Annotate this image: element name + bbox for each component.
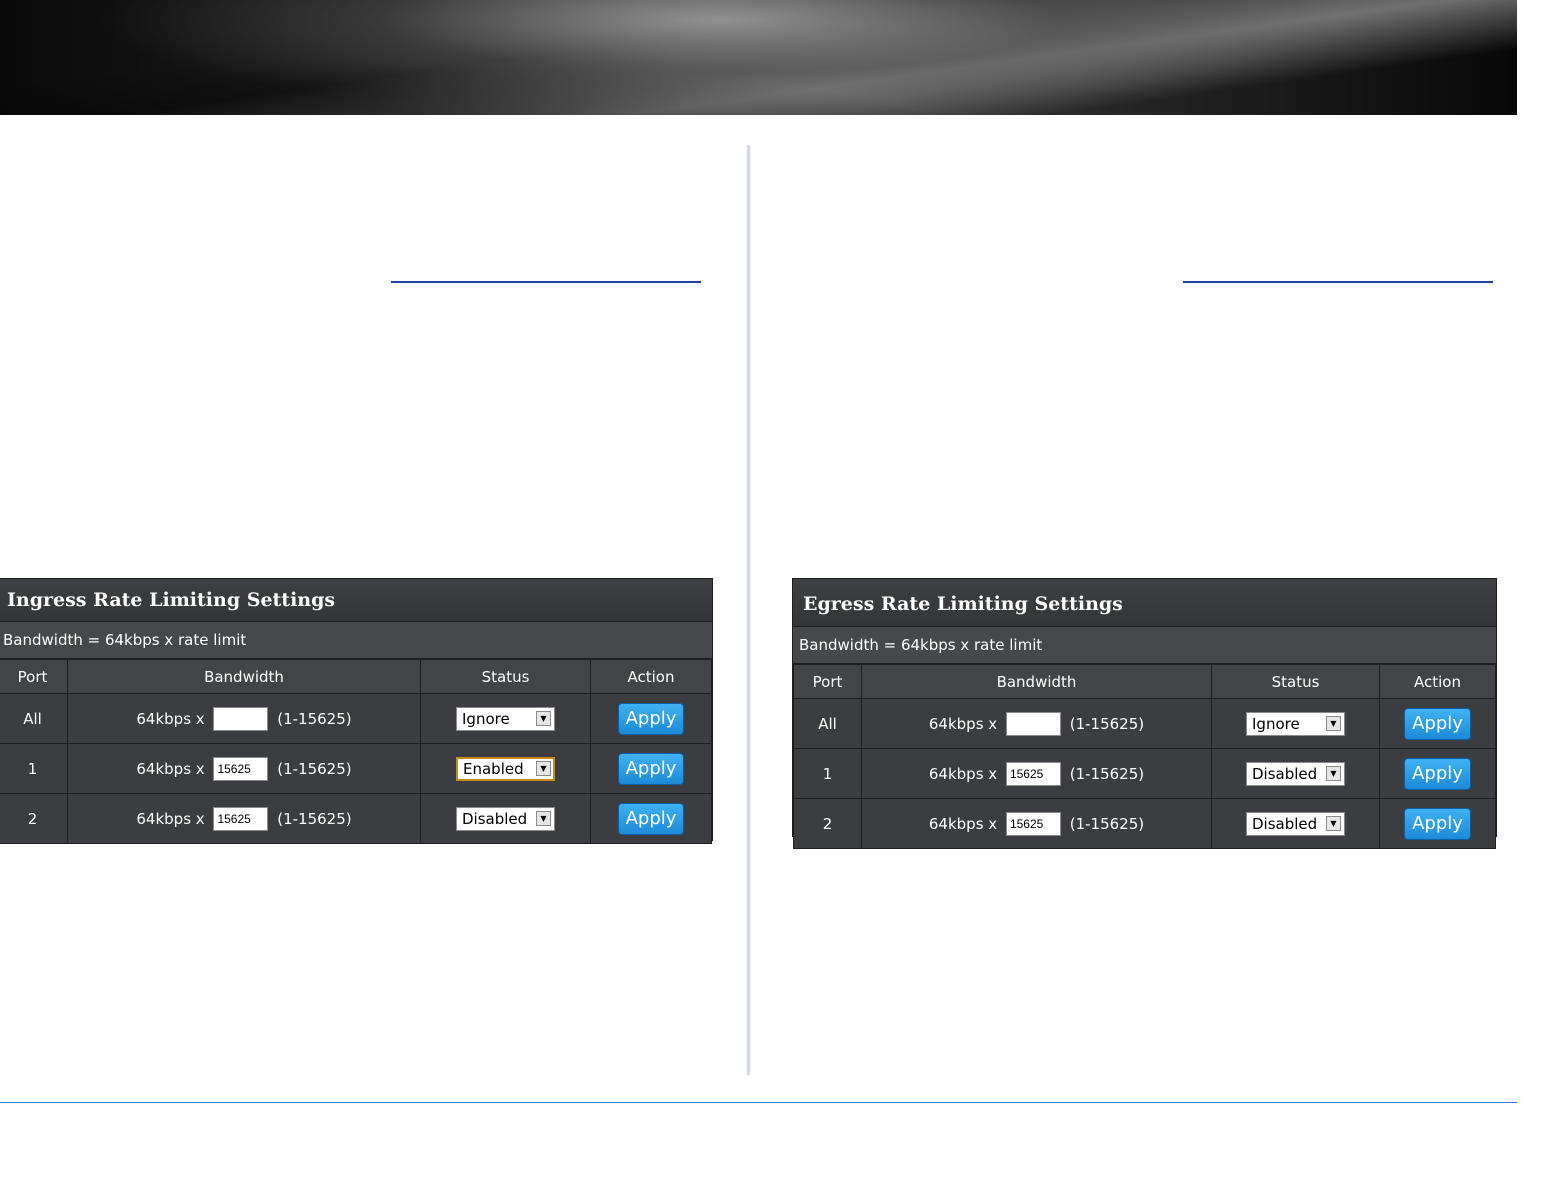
rate-limit-input[interactable]: 15625 <box>213 806 269 831</box>
action-cell: Apply <box>590 743 712 794</box>
apply-button[interactable]: Apply <box>617 802 685 835</box>
range-hint: (1-15625) <box>1069 814 1145 833</box>
bandwidth-formula: Bandwidth = 64kbps x rate limit <box>793 627 1496 664</box>
bandwidth-cell: 64kbps x 15625 (1-15625) <box>861 798 1212 849</box>
table-row: 2 64kbps x 15625 (1-15625) Disabled ▼ App… <box>793 798 1496 849</box>
status-value: Disabled <box>462 809 528 828</box>
hyperlink-underline-left[interactable] <box>391 281 701 283</box>
status-value: Disabled <box>1252 764 1318 783</box>
column-header-status: Status <box>1211 664 1380 699</box>
action-cell: Apply <box>1379 698 1496 749</box>
port-cell: All <box>793 698 862 749</box>
action-cell: Apply <box>1379 798 1496 849</box>
rate-limit-input[interactable]: 15625 <box>213 756 269 781</box>
bandwidth-cell: 64kbps x (1-15625) <box>67 693 421 744</box>
action-cell: Apply <box>590 693 712 744</box>
port-cell: All <box>0 693 68 744</box>
bandwidth-cell: 64kbps x 15625 (1-15625) <box>861 748 1212 799</box>
bandwidth-prefix: 64kbps x <box>928 764 998 783</box>
bandwidth-prefix: 64kbps x <box>928 814 998 833</box>
bandwidth-formula: Bandwidth = 64kbps x rate limit <box>0 622 712 659</box>
column-header-action: Action <box>590 659 712 694</box>
rate-limit-input[interactable] <box>1005 711 1061 736</box>
column-header-bandwidth: Bandwidth <box>67 659 421 694</box>
status-select[interactable]: Ignore ▼ <box>1246 711 1345 736</box>
table-header-row: Port Bandwidth Status Action <box>793 664 1496 699</box>
port-cell: 1 <box>0 743 68 794</box>
bandwidth-cell: 64kbps x (1-15625) <box>861 698 1212 749</box>
rate-limit-table: Port Bandwidth Status Action All 64kbps … <box>0 659 712 844</box>
bandwidth-prefix: 64kbps x <box>136 809 205 828</box>
action-cell: Apply <box>1379 748 1496 799</box>
rate-limit-table: Port Bandwidth Status Action All 64kbps … <box>793 664 1496 849</box>
chevron-down-icon[interactable]: ▼ <box>1326 765 1341 781</box>
port-cell: 2 <box>0 793 68 844</box>
column-header-port: Port <box>0 659 68 694</box>
apply-button[interactable]: Apply <box>1404 707 1471 740</box>
panel-title: Ingress Rate Limiting Settings <box>0 579 712 622</box>
table-row: 2 64kbps x 15625 (1-15625) Disabled ▼ App… <box>0 793 712 844</box>
apply-button[interactable]: Apply <box>617 752 685 785</box>
status-select[interactable]: Disabled ▼ <box>1246 811 1345 836</box>
table-row: All 64kbps x (1-15625) Ignore ▼ Apply <box>793 698 1496 749</box>
ingress-panel: Ingress Rate Limiting Settings Bandwidth… <box>0 578 713 844</box>
chevron-down-icon[interactable]: ▼ <box>1326 815 1341 831</box>
table-row: 1 64kbps x 15625 (1-15625) Disabled ▼ App… <box>793 748 1496 799</box>
status-cell: Disabled ▼ <box>1211 798 1380 849</box>
bandwidth-prefix: 64kbps x <box>136 709 205 728</box>
column-divider <box>746 145 751 1075</box>
egress-panel: Egress Rate Limiting Settings Bandwidth … <box>792 578 1497 849</box>
footer-divider <box>0 1102 1517 1103</box>
range-hint: (1-15625) <box>1069 714 1145 733</box>
table-row: 1 64kbps x 15625 (1-15625) Enabled ▼ Appl… <box>0 743 712 794</box>
column-header-status: Status <box>420 659 591 694</box>
column-header-bandwidth: Bandwidth <box>861 664 1212 699</box>
status-select[interactable]: Disabled ▼ <box>1246 761 1345 786</box>
range-hint: (1-15625) <box>277 809 352 828</box>
rate-limit-input[interactable]: 15625 <box>1005 761 1061 786</box>
table-row: All 64kbps x (1-15625) Ignore ▼ Apply <box>0 693 712 744</box>
range-hint: (1-15625) <box>277 759 352 778</box>
status-select[interactable]: Enabled ▼ <box>456 756 555 781</box>
column-header-port: Port <box>793 664 862 699</box>
apply-button[interactable]: Apply <box>617 702 685 735</box>
action-cell: Apply <box>590 793 712 844</box>
apply-button[interactable]: Apply <box>1404 757 1471 790</box>
status-value: Enabled <box>463 759 524 778</box>
header-banner <box>0 0 1517 115</box>
status-value: Disabled <box>1252 814 1318 833</box>
column-header-action: Action <box>1379 664 1496 699</box>
status-cell: Disabled ▼ <box>420 793 591 844</box>
status-select[interactable]: Ignore ▼ <box>456 706 555 731</box>
port-cell: 2 <box>793 798 862 849</box>
status-cell: Disabled ▼ <box>1211 748 1380 799</box>
status-cell: Ignore ▼ <box>420 693 591 744</box>
status-value: Ignore <box>1252 714 1300 733</box>
range-hint: (1-15625) <box>1069 764 1145 783</box>
bandwidth-prefix: 64kbps x <box>928 714 998 733</box>
status-value: Ignore <box>462 709 510 728</box>
panel-title: Egress Rate Limiting Settings <box>793 579 1496 627</box>
hyperlink-underline-right[interactable] <box>1183 281 1493 283</box>
chevron-down-icon[interactable]: ▼ <box>536 710 551 726</box>
bandwidth-prefix: 64kbps x <box>136 759 205 778</box>
apply-button[interactable]: Apply <box>1404 807 1471 840</box>
chevron-down-icon[interactable]: ▼ <box>536 810 551 826</box>
range-hint: (1-15625) <box>277 709 352 728</box>
port-cell: 1 <box>793 748 862 799</box>
status-select[interactable]: Disabled ▼ <box>456 806 555 831</box>
chevron-down-icon[interactable]: ▼ <box>1326 715 1341 731</box>
table-header-row: Port Bandwidth Status Action <box>0 659 712 694</box>
chevron-down-icon[interactable]: ▼ <box>536 760 551 776</box>
status-cell: Ignore ▼ <box>1211 698 1380 749</box>
bandwidth-cell: 64kbps x 15625 (1-15625) <box>67 793 421 844</box>
bandwidth-cell: 64kbps x 15625 (1-15625) <box>67 743 421 794</box>
status-cell: Enabled ▼ <box>420 743 591 794</box>
rate-limit-input[interactable] <box>213 706 269 731</box>
rate-limit-input[interactable]: 15625 <box>1005 811 1061 836</box>
